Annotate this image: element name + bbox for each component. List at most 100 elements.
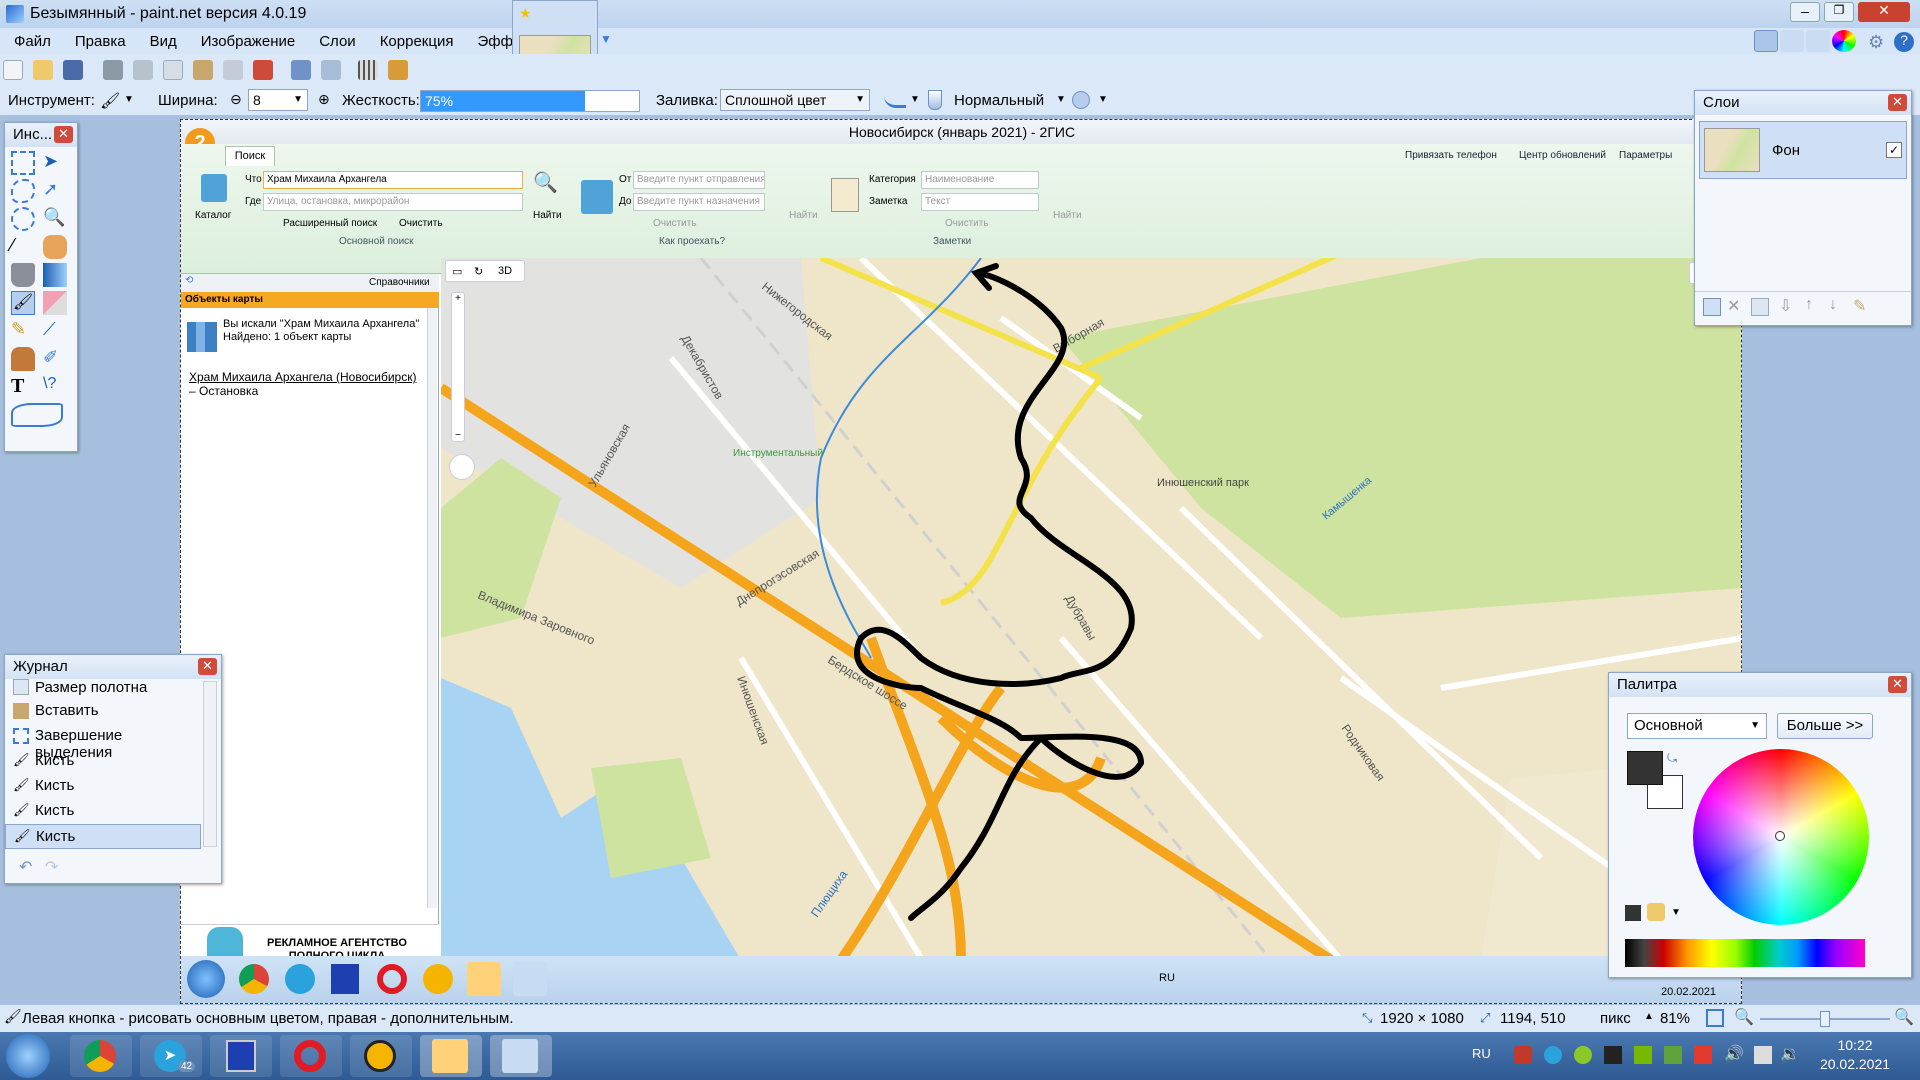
history-item[interactable]: Завершение выделения xyxy=(5,724,201,761)
map-view[interactable]: Нижегородская Декабристов Выборная Инстр… xyxy=(441,258,1742,960)
menu-image[interactable]: Изображение xyxy=(187,28,306,50)
phone-link[interactable]: Привязать телефон xyxy=(1405,150,1497,161)
notes-clear-link[interactable]: Очистить xyxy=(945,218,989,229)
zoom-in-icon[interactable]: + xyxy=(452,293,464,304)
taskbar-chrome[interactable] xyxy=(70,1035,132,1077)
ruler-map-icon[interactable]: ▭ xyxy=(452,265,462,278)
clear-link[interactable]: Очистить xyxy=(399,218,443,229)
language-indicator[interactable]: RU xyxy=(1472,1046,1491,1061)
3d-toggle[interactable]: 3D xyxy=(498,265,512,277)
ruler-icon[interactable] xyxy=(388,60,409,80)
route-find-button[interactable]: Найти xyxy=(789,210,818,221)
redo-icon[interactable]: ↷ xyxy=(45,857,58,877)
history-toggle-icon[interactable] xyxy=(1780,30,1804,52)
decrease-width-icon[interactable]: ⊖ xyxy=(230,92,242,108)
grid-icon[interactable] xyxy=(357,60,378,80)
open-folder-icon[interactable] xyxy=(33,60,54,80)
move-layer-up-icon[interactable]: ↑ xyxy=(1805,296,1813,314)
scrollbar[interactable] xyxy=(427,308,437,908)
gis-tray-icon[interactable] xyxy=(1574,1046,1592,1064)
width-input[interactable]: 8 ▼ xyxy=(248,89,308,111)
primary-color-swatch[interactable] xyxy=(1627,751,1663,785)
text-tool-icon[interactable]: T xyxy=(11,375,35,399)
print-icon[interactable] xyxy=(102,60,123,80)
paintbrush-icon[interactable]: 🖌 xyxy=(11,291,35,315)
history-item-selected[interactable]: 🖌 Кисть xyxy=(5,824,201,849)
units-select[interactable]: пикс xyxy=(1600,1010,1631,1027)
deselect-icon[interactable] xyxy=(253,60,274,80)
palette-add-icon[interactable] xyxy=(1625,905,1641,921)
rotate-map-icon[interactable]: ↻ xyxy=(474,265,483,278)
chevron-down-icon[interactable]: ▼ xyxy=(600,32,612,46)
selection-mode-icon[interactable] xyxy=(1072,91,1090,109)
taskbar-opera[interactable] xyxy=(280,1035,342,1077)
add-layer-icon[interactable] xyxy=(1703,298,1721,316)
restore-button[interactable]: ❐ xyxy=(1824,2,1854,22)
reference-dropdown[interactable]: Справочники xyxy=(369,277,430,288)
color-wheel[interactable] xyxy=(1693,749,1869,925)
shapes-icon[interactable] xyxy=(11,403,63,427)
antivirus-tray-icon[interactable] xyxy=(1514,1046,1532,1064)
taskbar-floppy[interactable] xyxy=(210,1035,272,1077)
menu-layers[interactable]: Слои xyxy=(305,28,365,50)
fill-select[interactable]: Сплошной цвет ▼ xyxy=(720,89,870,111)
gear-icon[interactable]: ⚙ xyxy=(1868,32,1884,53)
taskbar-telegram[interactable]: ➤ 42 xyxy=(140,1035,202,1077)
display-tray-icon[interactable] xyxy=(1754,1046,1772,1064)
close-icon[interactable]: ✕ xyxy=(1888,676,1907,693)
history-scrollbar[interactable] xyxy=(203,681,217,847)
volume-tray-icon[interactable]: 🔉 xyxy=(1780,1044,1800,1064)
clone-stamp-icon[interactable] xyxy=(11,347,35,371)
move-layer-down-icon[interactable]: ↓ xyxy=(1829,296,1837,314)
catalog-icon[interactable] xyxy=(201,174,227,202)
rectangle-select-icon[interactable] xyxy=(11,151,35,175)
zoom-slider[interactable] xyxy=(1760,1011,1890,1027)
start-button[interactable] xyxy=(6,1034,50,1078)
lasso-select-icon[interactable] xyxy=(11,179,35,203)
menu-file[interactable]: Файл xyxy=(0,28,61,50)
menu-view[interactable]: Вид xyxy=(136,28,187,50)
note-input[interactable]: Текст xyxy=(921,193,1039,211)
history-item[interactable]: Размер полотна xyxy=(5,679,201,699)
units-arrow-icon[interactable]: ▲ xyxy=(1644,1011,1654,1022)
more-colors-button[interactable]: Больше >> xyxy=(1777,713,1873,739)
close-icon[interactable]: ✕ xyxy=(1888,94,1907,111)
antialias-icon[interactable] xyxy=(884,92,906,108)
paste-icon[interactable] xyxy=(193,60,214,80)
notes-icon[interactable] xyxy=(831,178,859,212)
pan-icon[interactable] xyxy=(43,235,67,259)
zoom-to-window-icon[interactable] xyxy=(1706,1009,1724,1027)
telegram-tray-icon[interactable] xyxy=(1544,1046,1562,1064)
taskbar-paintnet[interactable] xyxy=(490,1035,552,1077)
zoom-in-icon[interactable]: 🔍 xyxy=(1894,1007,1914,1027)
zoom-out-icon[interactable]: 🔍 xyxy=(1734,1007,1754,1027)
crop-icon[interactable] xyxy=(223,60,244,80)
category-select[interactable]: Наименование xyxy=(921,171,1039,189)
chevron-down-icon[interactable]: ▼ xyxy=(124,94,134,105)
close-icon[interactable]: ✕ xyxy=(54,126,73,143)
paint-bucket-icon[interactable] xyxy=(11,263,35,287)
swap-colors-icon[interactable]: ⤿ xyxy=(1667,751,1677,766)
where-input[interactable]: Улица, остановка, микрорайон xyxy=(263,193,523,211)
map-graphic[interactable]: Нижегородская Декабристов Выборная Инстр… xyxy=(441,258,1742,960)
palette-swatch-strip[interactable] xyxy=(1625,939,1865,967)
catalog-label[interactable]: Каталог xyxy=(195,210,231,221)
notes-find-button[interactable]: Найти xyxy=(1053,210,1082,221)
menu-edit[interactable]: Правка xyxy=(61,28,136,50)
what-input[interactable]: Храм Михаила Архангела xyxy=(263,171,523,189)
move-selection-icon[interactable]: ➤ xyxy=(43,151,67,175)
route-icon[interactable] xyxy=(581,180,613,214)
layer-properties-icon[interactable]: ✎ xyxy=(1853,296,1866,316)
chevron-down-icon[interactable]: ▼ xyxy=(910,94,920,105)
clock[interactable]: 10:22 20.02.2021 xyxy=(1810,1036,1900,1074)
hardness-slider[interactable]: 75% xyxy=(420,90,640,112)
image-canvas[interactable]: Новосибирск (январь 2021) - 2ГИС 2 Поиск… xyxy=(180,119,1742,1004)
palette-mode-select[interactable]: Основной ▼ xyxy=(1627,713,1767,739)
result-item[interactable]: Храм Михаила Архангела (Новосибирск) – О… xyxy=(189,370,419,398)
tools-toggle-icon[interactable] xyxy=(1754,30,1778,52)
brush-icon[interactable]: 🖌 xyxy=(100,91,120,110)
zoom-value[interactable]: 81% xyxy=(1660,1010,1690,1027)
compass-icon[interactable] xyxy=(449,454,475,480)
cut-icon[interactable] xyxy=(132,60,153,80)
color-wheel-cursor[interactable] xyxy=(1775,831,1785,841)
